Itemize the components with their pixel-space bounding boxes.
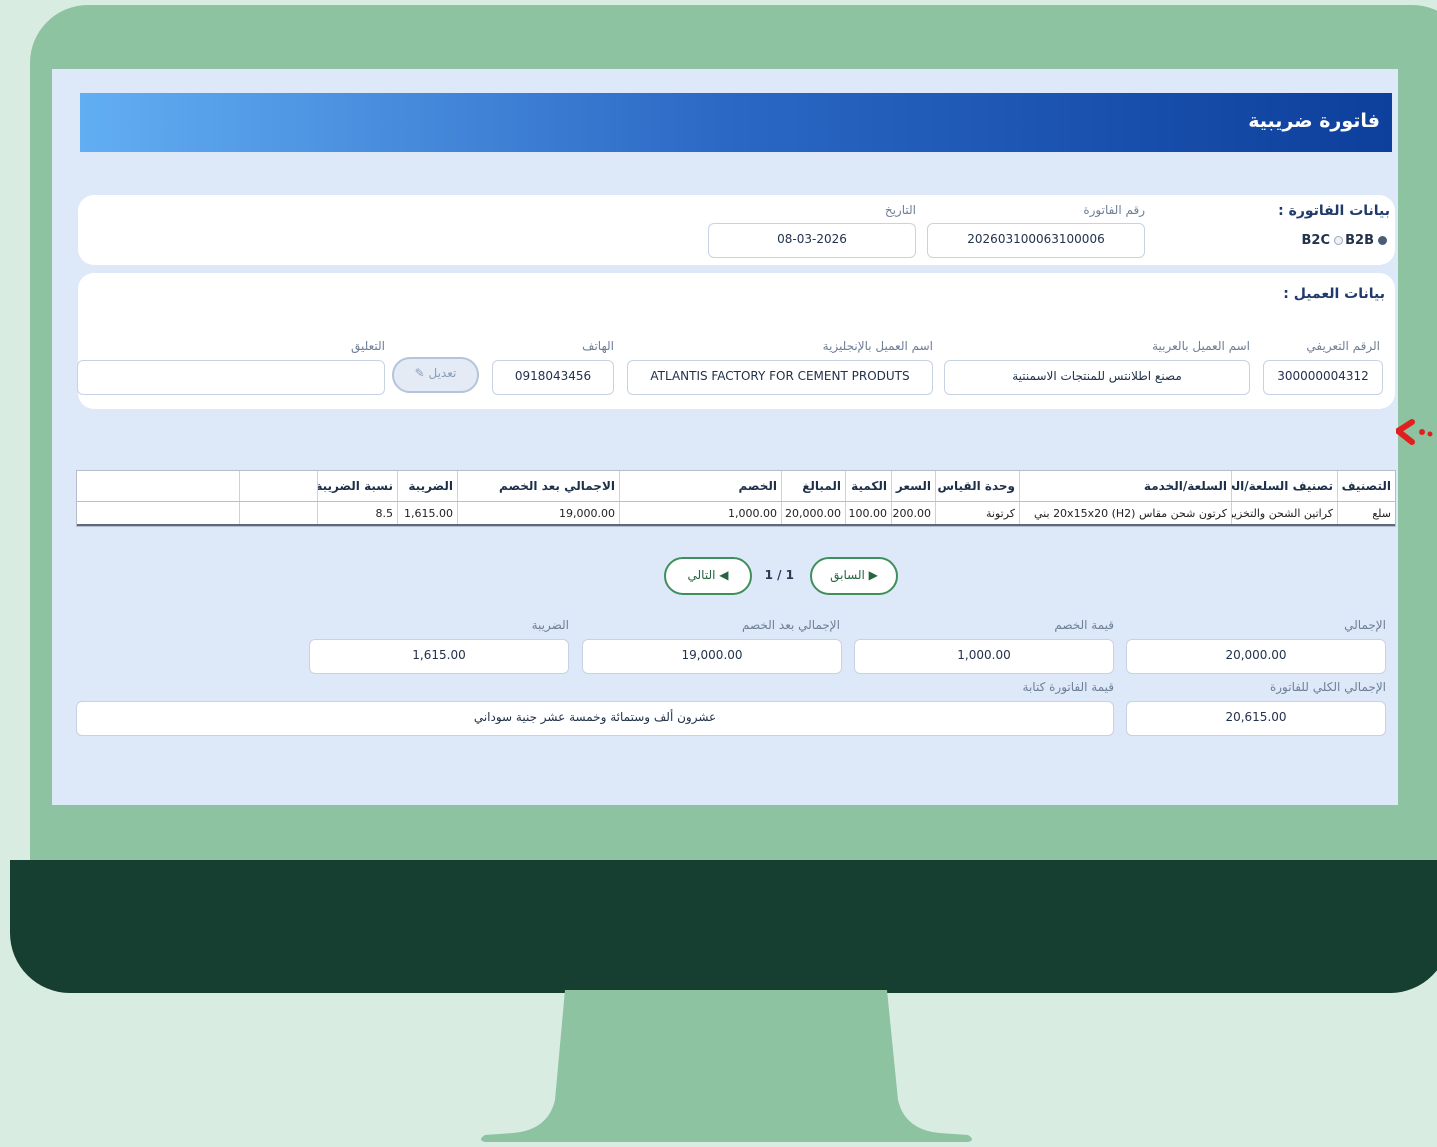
radio-b2b-dot[interactable] bbox=[1378, 236, 1387, 245]
comment-field[interactable] bbox=[77, 360, 385, 395]
total-label: الإجمالي bbox=[1344, 618, 1386, 632]
customer-name-ar-field[interactable]: مصنع اطلانتس للمنتجات الاسمنتية bbox=[944, 360, 1250, 395]
total-field[interactable]: 20,000.00 bbox=[1126, 639, 1386, 674]
customer-id-field[interactable]: 300000004312 bbox=[1263, 360, 1383, 395]
table-header-row: التصنيف تصنيف السلعة/الخدمة السلعة/الخدم… bbox=[77, 471, 1395, 502]
table-header-cell: الضريبة bbox=[397, 471, 457, 501]
amount-in-words-label: قيمة الفاتورة كتابة bbox=[1022, 680, 1114, 694]
table-cell: 20,000.00 bbox=[781, 502, 845, 524]
monitor-stand bbox=[481, 990, 972, 1142]
customer-name-en-label: اسم العميل بالإنجليزية bbox=[822, 339, 933, 353]
monitor-base bbox=[10, 860, 1437, 993]
discount-field[interactable]: 1,000.00 bbox=[854, 639, 1114, 674]
tax-field[interactable]: 1,615.00 bbox=[309, 639, 569, 674]
table-cell: 1,615.00 bbox=[397, 502, 457, 524]
previous-page-button[interactable]: ▶ السابق bbox=[810, 557, 898, 595]
table-header-cell: تصنيف السلعة/الخدمة bbox=[1231, 471, 1337, 501]
radio-b2b[interactable]: B2B bbox=[1345, 233, 1387, 248]
table-cell: كراتين الشحن والتخزين bbox=[1231, 502, 1337, 524]
table-cell: 19,000.00 bbox=[457, 502, 619, 524]
grand-total-label: الإجمالي الكلي للفاتورة bbox=[1269, 680, 1386, 694]
table-cell: كرتون شحن مقاس (H2) 20x15x20 بني bbox=[1019, 502, 1231, 524]
customer-panel: بيانات العميل : الرقم التعريفي 300000004… bbox=[77, 273, 1395, 409]
radio-b2b-label: B2B bbox=[1345, 233, 1374, 248]
invoice-date-field[interactable]: 08-03-2026 bbox=[708, 223, 916, 258]
table-header-cell: نسبة الضريبة bbox=[317, 471, 397, 501]
customer-phone-field[interactable]: 0918043456 bbox=[492, 360, 614, 395]
arrow-icon bbox=[1396, 419, 1433, 445]
table-header-cell: الكمية bbox=[845, 471, 891, 501]
app-screen: فاتورة ضريبية بيانات الفاتورة : B2B B2C … bbox=[52, 69, 1398, 805]
after-discount-field[interactable]: 19,000.00 bbox=[582, 639, 842, 674]
table-header-cell: التصنيف bbox=[1337, 471, 1395, 501]
table-header-cell: المبالغ bbox=[781, 471, 845, 501]
table-header-cell bbox=[117, 471, 239, 501]
tax-label: الضريبة bbox=[531, 618, 569, 632]
table-cell bbox=[239, 502, 317, 524]
items-table: التصنيف تصنيف السلعة/الخدمة السلعة/الخدم… bbox=[76, 470, 1396, 527]
radio-b2c[interactable]: B2C bbox=[1301, 233, 1343, 248]
after-discount-label: الإجمالي بعد الخصم bbox=[741, 618, 840, 632]
table-cell: 200.00 bbox=[891, 502, 935, 524]
next-page-button[interactable]: ◀ التالي bbox=[664, 557, 752, 595]
table-cell: 1,000.00 bbox=[619, 502, 781, 524]
radio-b2c-label: B2C bbox=[1301, 233, 1331, 248]
table-cell bbox=[117, 502, 239, 524]
table-cell: 8.5 bbox=[317, 502, 397, 524]
table-header-cell: وحدة القياس bbox=[935, 471, 1019, 501]
table-header-cell: الاجمالي بعد الخصم bbox=[457, 471, 619, 501]
radio-b2c-dot[interactable] bbox=[1334, 236, 1343, 245]
customer-section-label: بيانات العميل : bbox=[1283, 286, 1385, 302]
table-row[interactable]: سلع كراتين الشحن والتخزين كرتون شحن مقاس… bbox=[77, 502, 1395, 526]
discount-label: قيمة الخصم bbox=[1054, 618, 1114, 632]
table-cell: سلع bbox=[1337, 502, 1395, 524]
page-title: فاتورة ضريبية bbox=[1248, 110, 1380, 132]
invoice-number-field[interactable]: 202603100063100006 bbox=[927, 223, 1145, 258]
grand-total-field[interactable]: 20,615.00 bbox=[1126, 701, 1386, 736]
table-header-cell: السلعة/الخدمة bbox=[1019, 471, 1231, 501]
table-header-cell bbox=[239, 471, 317, 501]
invoice-section-label: بيانات الفاتورة : bbox=[1278, 203, 1390, 219]
table-header-cell: السعر bbox=[891, 471, 935, 501]
comment-label: التعليق bbox=[350, 339, 385, 353]
page-indicator: 1 / 1 bbox=[764, 568, 794, 582]
edit-customer-button[interactable]: تعديل ✎ bbox=[392, 357, 479, 393]
table-cell: 100.00 bbox=[845, 502, 891, 524]
customer-phone-label: الهاتف bbox=[582, 339, 614, 353]
invoice-date-label: التاريخ bbox=[884, 203, 916, 217]
table-header-cell: الخصم bbox=[619, 471, 781, 501]
customer-id-label: الرقم التعريفي bbox=[1306, 339, 1380, 353]
customer-name-ar-label: اسم العميل بالعربية bbox=[1152, 339, 1250, 353]
table-cell: كرتونة bbox=[935, 502, 1019, 524]
amount-in-words-field[interactable]: عشرون ألف وستمائة وخمسة عشر جنية سوداني bbox=[76, 701, 1114, 736]
title-bar: فاتورة ضريبية bbox=[80, 93, 1392, 152]
customer-name-en-field[interactable]: ATLANTIS FACTORY FOR CEMENT PRODUTS bbox=[627, 360, 933, 395]
invoice-number-label: رقم الفاتورة bbox=[1083, 203, 1145, 217]
invoice-panel: بيانات الفاتورة : B2B B2C رقم الفاتورة 2… bbox=[78, 195, 1395, 265]
